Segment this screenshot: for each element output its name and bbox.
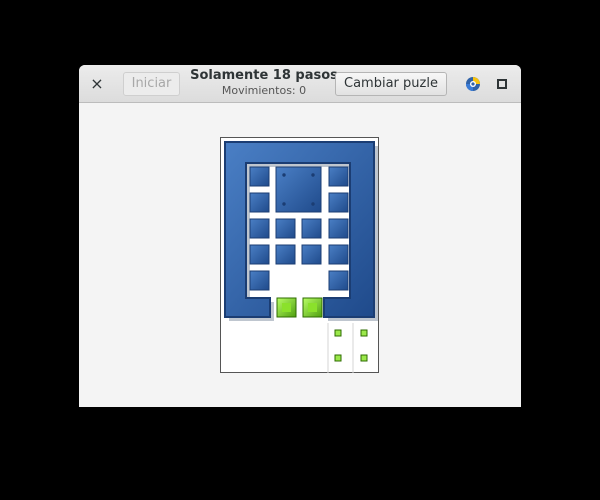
change-puzzle-button[interactable]: Cambiar puzle — [335, 72, 447, 96]
target-area — [327, 323, 368, 373]
maximize-icon[interactable] — [497, 79, 507, 89]
app-icon[interactable] — [465, 76, 481, 92]
board-svg — [224, 141, 378, 373]
moves-counter: Movimientos: 0 — [221, 84, 307, 97]
big-piece[interactable] — [275, 166, 322, 213]
puzzle-board[interactable] — [220, 137, 379, 373]
window-title: Solamente 18 pasos — [190, 68, 338, 83]
close-icon[interactable]: × — [87, 73, 107, 95]
start-button[interactable]: Iniciar — [123, 72, 180, 96]
green-pieces[interactable] — [276, 297, 323, 318]
headerbar: × Iniciar Solamente 18 pasos Movimientos… — [79, 65, 521, 103]
